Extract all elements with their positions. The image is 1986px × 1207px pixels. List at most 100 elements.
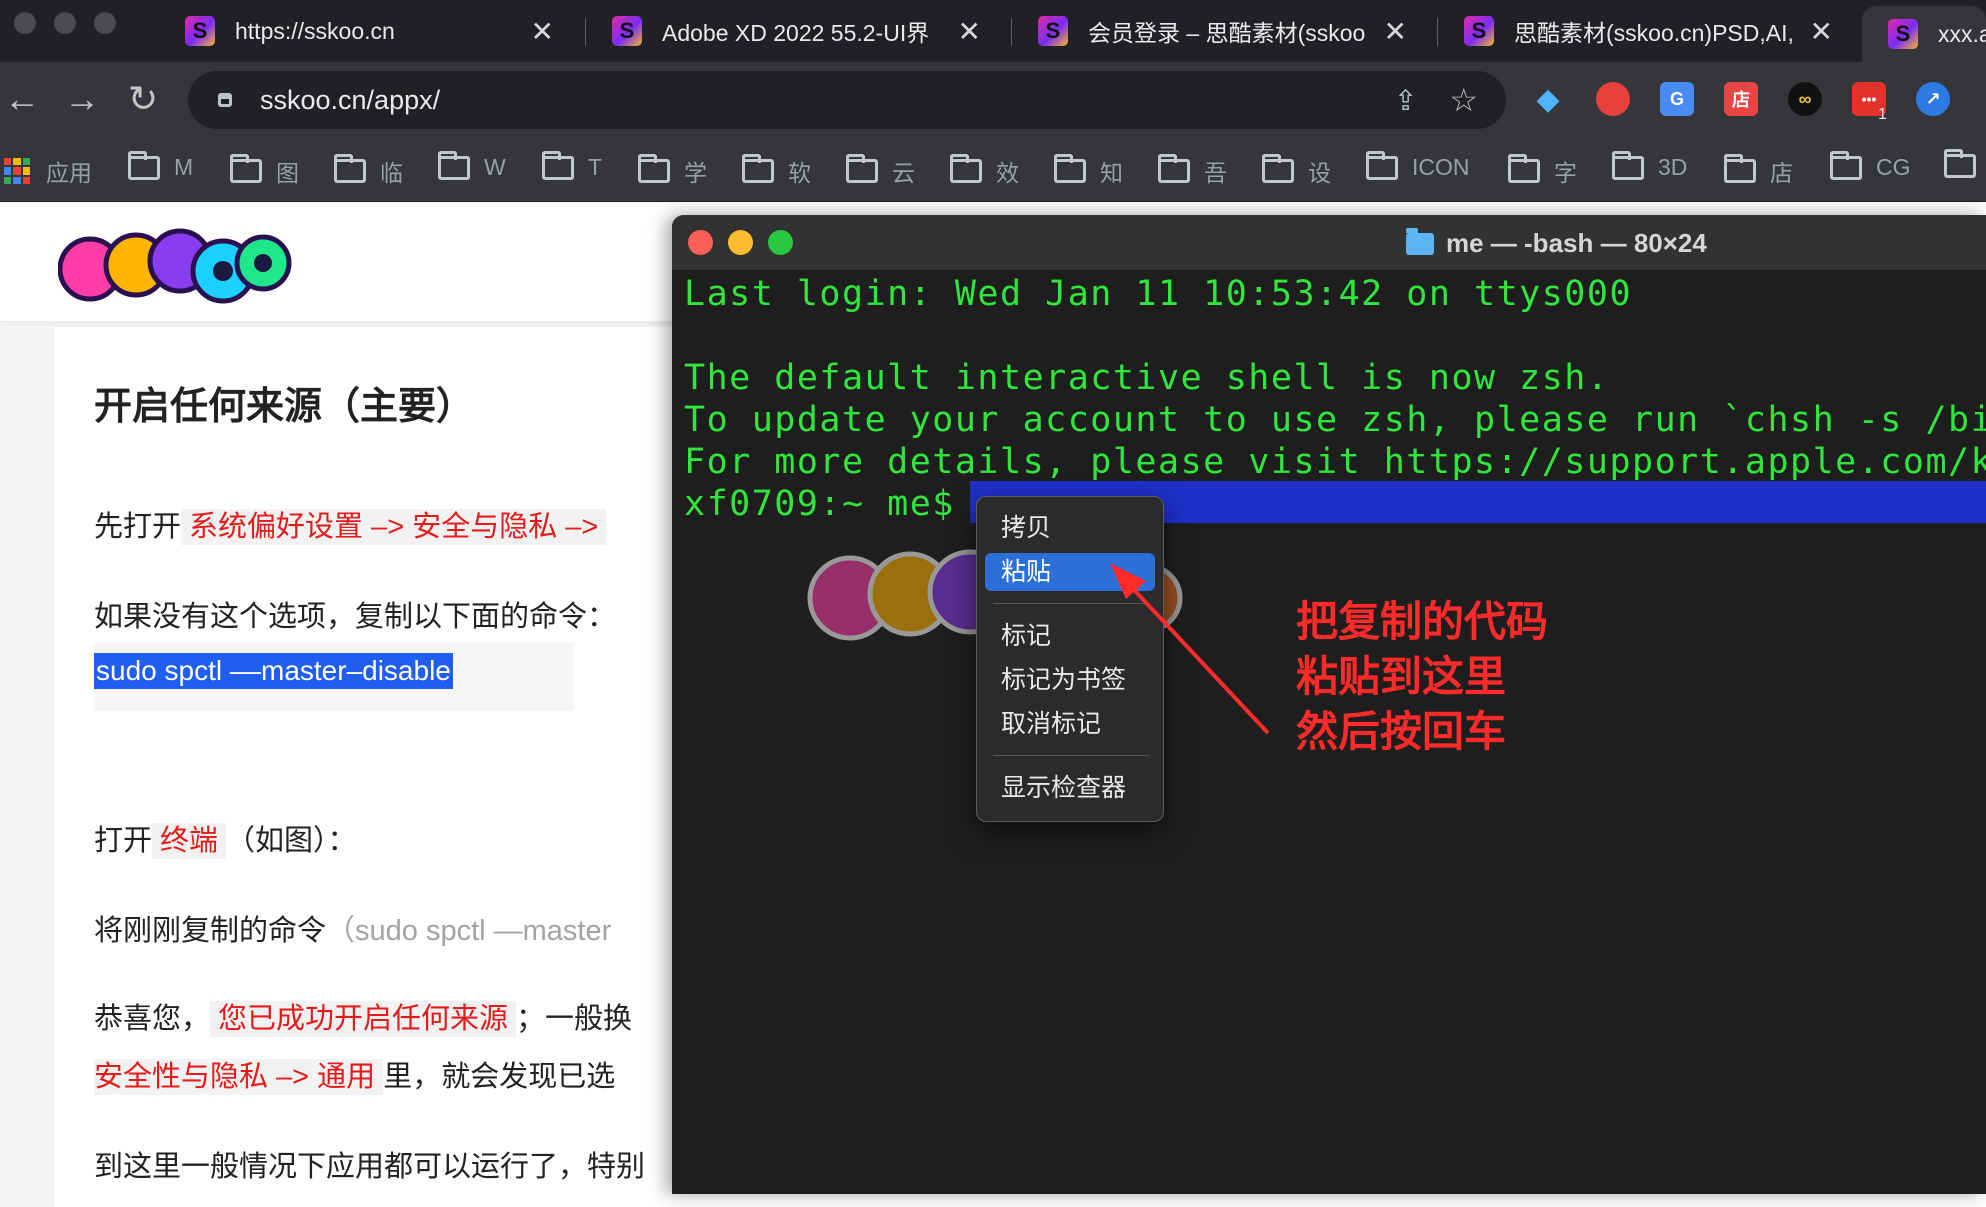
text: 打开 [94, 825, 153, 857]
forward-arrow-icon[interactable]: → [64, 78, 100, 120]
folder-icon [1366, 150, 1398, 180]
bookmark-apps[interactable]: 应用 [4, 154, 92, 188]
tab-close-icon[interactable]: ✕ [1810, 15, 1833, 48]
sskoo-favicon-icon: S [1464, 16, 1494, 46]
browser-toolbar: ← → ↻ sskoo.cn/appx/ ⇪ ☆ ◆ G 店 ∞ ••• 1 ↗ [0, 62, 1986, 140]
command-text-selected[interactable]: sudo spctl ––master–disable [94, 653, 453, 689]
shop-extension-icon[interactable]: 店 [1724, 82, 1758, 116]
terminal-close-button[interactable] [688, 230, 713, 255]
infinity-extension-icon[interactable]: ∞ [1788, 82, 1822, 116]
address-url[interactable]: sskoo.cn/appx/ [260, 85, 440, 116]
text: 先打开 [94, 511, 182, 543]
bookmark-folder[interactable]: 3D [1612, 150, 1687, 181]
text: ；一般换 [516, 1003, 633, 1035]
red-extension-icon[interactable] [1596, 82, 1630, 116]
menu-item-copy[interactable]: 拷贝 [985, 509, 1155, 547]
bookmark-folder[interactable]: 知 [1054, 154, 1123, 188]
bookmark-label: 设 [1308, 160, 1331, 186]
menu-item-inspector[interactable]: 显示检查器 [985, 769, 1155, 807]
tab-title: https://sskoo.cn [235, 17, 395, 44]
tab-close-icon[interactable]: ✕ [1384, 15, 1407, 48]
folder-icon [1262, 154, 1294, 183]
bookmark-folder[interactable]: 店 [1724, 154, 1793, 188]
folder-icon [1944, 149, 1976, 178]
sskoo-logo[interactable] [58, 211, 298, 321]
folder-icon [128, 150, 160, 180]
blue-extension-icon[interactable]: ↗ [1916, 82, 1950, 116]
folder-icon [1508, 154, 1540, 183]
highlight-security-general: 安全性与隐私 –> 通用 [94, 1059, 384, 1095]
bookmark-label: 临 [380, 160, 403, 186]
tab-5-active[interactable]: S xxx.a [1862, 6, 1986, 62]
diamond-extension-icon[interactable]: ◆ [1531, 82, 1565, 116]
paragraph-success: 恭喜您， 您已成功开启任何来源 ；一般换 [94, 995, 632, 1037]
bookmark-folder[interactable]: 字 [1508, 154, 1577, 188]
terminal-zoom-button[interactable] [768, 230, 793, 255]
bookmark-folder[interactable]: W [438, 150, 506, 181]
tab-1[interactable]: S https://sskoo.cn ✕ [155, 6, 580, 56]
folder-icon [638, 154, 670, 183]
bookmark-folder[interactable]: ICON [1366, 150, 1470, 181]
bookmarks-bar: 应用 M 图 临 W T 学 软 云 效 知 吾 设 ICON 字 3D 店 CG [0, 140, 1986, 202]
window-zoom-dot[interactable] [94, 12, 116, 34]
annotation-line: 然后按回车 [1296, 708, 1507, 755]
bookmark-folder[interactable]: 临 [334, 154, 403, 188]
folder-icon [742, 154, 774, 183]
tab-2[interactable]: S Adobe XD 2022 55.2-UI界 ✕ [582, 6, 1007, 56]
bookmark-folder[interactable]: 软 [742, 154, 811, 188]
bookmark-folder[interactable]: CG [1830, 150, 1911, 181]
paragraph-paste-command: 将刚刚复制的命令（sudo spctl —master [94, 907, 611, 949]
sskoo-favicon-icon: S [1038, 16, 1068, 46]
folder-icon [542, 150, 574, 180]
annotation-text: 把复制的代码 粘贴到这里 然后按回车 [1296, 594, 1548, 759]
bookmark-label: M [174, 154, 194, 180]
bookmark-folder[interactable]: T [542, 150, 603, 181]
bookmark-label: W [484, 154, 506, 180]
paragraph-copy-command: 如果没有这个选项，复制以下面的命令： [94, 601, 617, 633]
bookmark-folder[interactable]: 设 [1262, 154, 1331, 188]
bookmark-label: 字 [1554, 160, 1577, 186]
paragraph-open-prefs: 先打开 系统偏好设置 –> 安全与隐私 –> [94, 503, 607, 545]
bookmark-folder-overflow[interactable] [1944, 149, 1986, 178]
terminal-prompt[interactable]: xf0709:~ me$ [684, 483, 1986, 525]
tab-close-icon[interactable]: ✕ [531, 15, 554, 48]
bookmark-folder[interactable]: 图 [230, 154, 299, 188]
terminal-line: To update your account to use zsh, pleas… [684, 400, 1986, 440]
share-icon[interactable]: ⇪ [1394, 84, 1417, 117]
folder-icon [1406, 227, 1434, 255]
terminal-minimize-button[interactable] [728, 230, 753, 255]
window-close-dot[interactable] [14, 12, 36, 34]
translate-extension-icon[interactable]: G [1660, 82, 1694, 116]
terminal-title: me — -bash — 80×24 [1406, 227, 1707, 259]
bookmark-folder[interactable]: 学 [638, 154, 707, 188]
back-arrow-icon[interactable]: ← [4, 78, 40, 120]
bookmark-label: 应用 [46, 160, 92, 186]
bookmark-folder[interactable]: 云 [846, 154, 915, 188]
tab-close-icon[interactable]: ✕ [958, 15, 981, 48]
bookmark-label: 软 [788, 160, 811, 186]
highlight-prefs-path: 系统偏好设置 –> 安全与隐私 –> [181, 509, 607, 545]
bookmark-folder[interactable]: 效 [950, 154, 1019, 188]
terminal-titlebar[interactable]: me — -bash — 80×24 [672, 215, 1986, 271]
star-icon[interactable]: ☆ [1449, 81, 1478, 119]
bookmark-label: 知 [1100, 160, 1123, 186]
terminal-output[interactable]: Last login: Wed Jan 11 10:53:42 on ttys0… [684, 273, 1986, 525]
terminal-line: The default interactive shell is now zsh… [684, 358, 1610, 398]
annotation-line: 粘贴到这里 [1296, 653, 1507, 700]
folder-icon [1054, 154, 1086, 183]
folder-icon [1158, 154, 1190, 183]
highlight-success: 您已成功开启任何来源 [210, 1001, 517, 1037]
tab-4[interactable]: S 思酷素材(sskoo.cn)PSD,AI, ✕ [1434, 6, 1859, 56]
window-minimize-dot[interactable] [54, 12, 76, 34]
bookmark-folder[interactable]: 吾 [1158, 154, 1227, 188]
bookmark-label: CG [1876, 154, 1911, 180]
text: 将刚刚复制的命令 [94, 915, 327, 947]
address-bar[interactable]: sskoo.cn/appx/ ⇪ ☆ [188, 71, 1506, 129]
reload-icon[interactable]: ↻ [128, 78, 158, 120]
bookmark-label: T [588, 154, 603, 180]
terminal-line: For more details, please visit https://s… [684, 442, 1986, 482]
folder-icon [950, 154, 982, 183]
bookmark-folder[interactable]: M [128, 150, 194, 181]
tab-3[interactable]: S 会员登录 – 思酷素材(sskoo ✕ [1008, 6, 1433, 56]
folder-icon [334, 154, 366, 183]
